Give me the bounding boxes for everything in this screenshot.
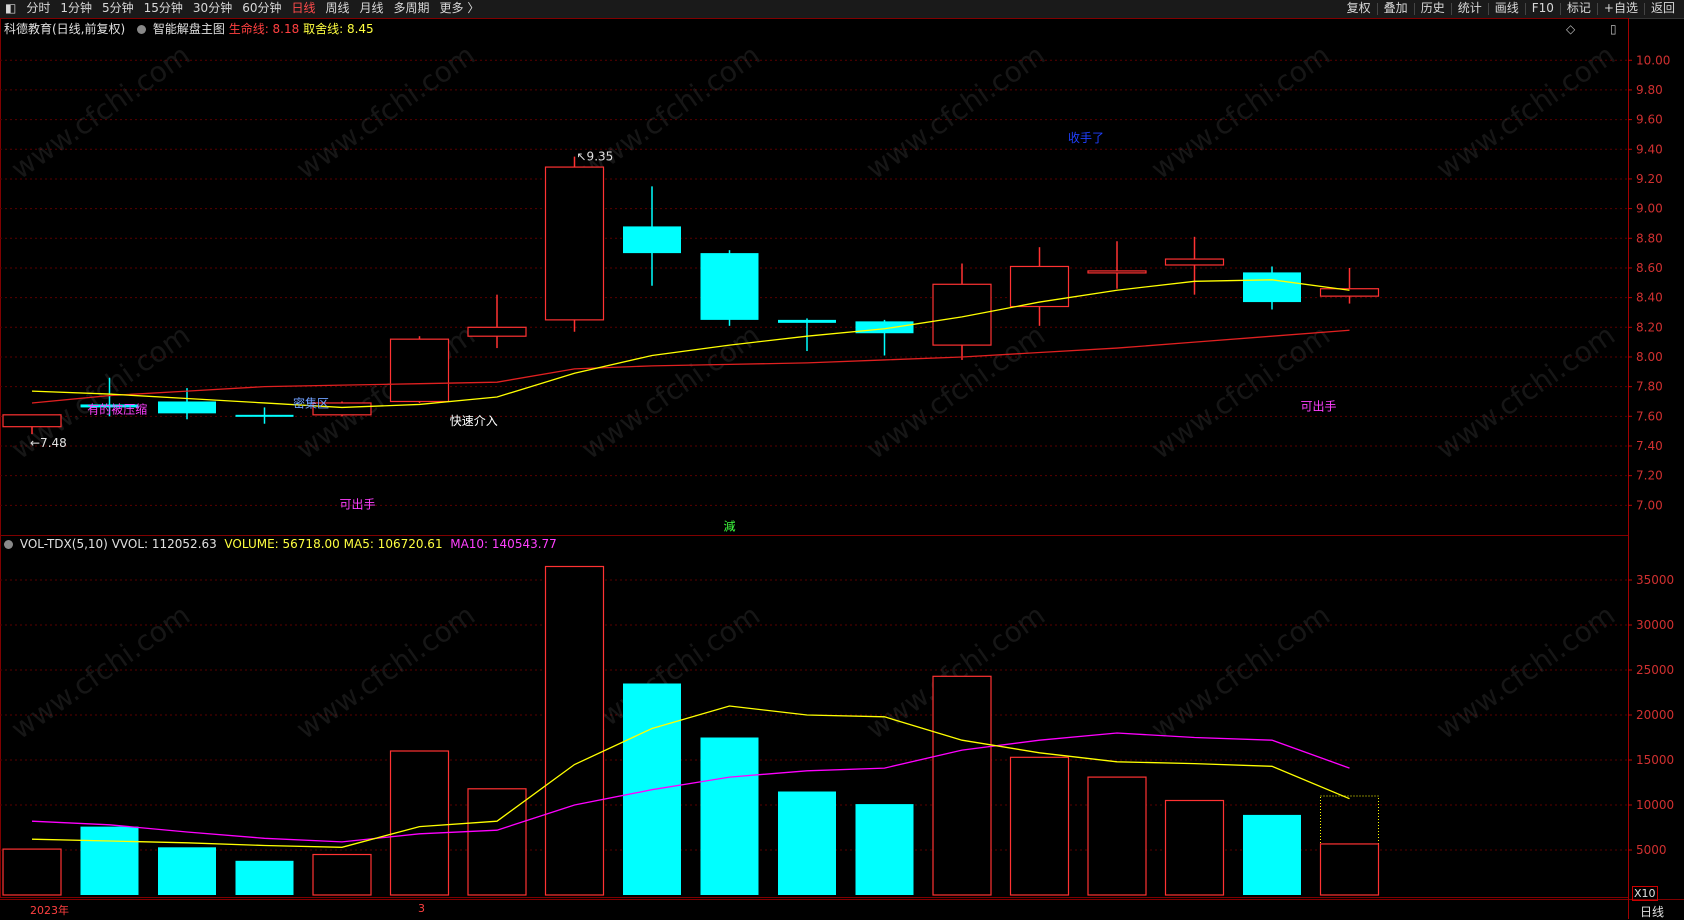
price-tick-label: 9.60 [1636,113,1663,127]
volume-bar [312,853,372,896]
volume-bar [389,750,450,896]
volume-bar [778,791,836,895]
diamond-icon: ◇ [1566,22,1576,36]
volume-bar [80,826,139,895]
signal-annotation: 減 [723,519,735,534]
candle-body [1009,265,1070,308]
volume-bar [467,788,527,896]
price-tick-label: 9.20 [1636,172,1663,186]
candle-body [700,253,759,320]
period-indicator: 日线 [1640,905,1665,919]
volume-bar [544,565,605,896]
price-tick-label: 7.60 [1636,409,1663,423]
price-tick-label: 10.00 [1636,53,1670,67]
signal-annotation: 密集区 [293,395,329,410]
stock-chart[interactable]: 10.00 9.80 9.60 9.40 9.20 9.00 8.80 8.60 8.40 8.2… [0,0,1684,919]
watermark-text: www.cfchi.com [290,318,481,465]
price-tick-label: 7.40 [1636,439,1663,453]
candle-body [855,321,914,334]
volume-tick-label: 5000 [1636,843,1667,857]
candle-body [623,226,681,254]
volume-bar [1319,843,1380,896]
watermark: www.cfchi.com www.cfchi.com www.cfchi.com w… [5,38,1621,745]
date-label-start: 2023年 [30,904,69,917]
signal-annotation: 收手了 [1068,131,1104,145]
price-tick-label: 9.00 [1636,202,1663,216]
price-tick-label: 8.60 [1636,261,1663,275]
candle-body [1164,258,1225,266]
volume-ma10-line [31,732,1350,843]
volume-tick-label: 25000 [1636,663,1674,677]
volume-tick-label: 30000 [1636,618,1674,632]
volume-bar [700,737,759,895]
watermark-text: www.cfchi.com [1145,598,1336,745]
price-tick-label: 9.40 [1636,142,1663,156]
candle-body [778,319,836,323]
price-tick-label: 8.40 [1636,291,1663,305]
candle-body [544,166,605,321]
watermark-text: www.cfchi.com [290,598,481,745]
watermark-text: www.cfchi.com [575,318,766,465]
price-tick-label: 7.80 [1636,380,1663,394]
volume-bar [1164,799,1225,896]
price-tick-label: 8.80 [1636,231,1663,245]
zoom-indicator[interactable]: X10 [1632,886,1658,901]
signal-annotation: 有的被压缩 [87,401,147,416]
price-tick-label: 7.00 [1636,498,1663,512]
volume-bar [235,860,294,895]
candle-body [1243,272,1301,303]
candle-body [932,283,992,346]
volume-bar [2,848,62,896]
volume-bar [1009,756,1070,896]
watermark-text: www.cfchi.com [1430,318,1621,465]
price-tick-label: 8.00 [1636,350,1663,364]
volume-bar [1087,776,1147,896]
price-extreme-label: ←7.48 [30,436,67,450]
signal-annotation: 快速介入 [450,414,498,428]
restore-icon: ▯ [1610,22,1617,36]
candle-body [467,326,527,337]
volume-bar [932,675,992,896]
watermark-text: www.cfchi.com [5,598,196,745]
candle-body [235,414,294,417]
candle-body [389,338,450,403]
volume-tick-label: 35000 [1636,573,1674,587]
signal-annotation: 可出手 [339,497,375,511]
price-tick-label: 8.20 [1636,320,1663,334]
date-label-month: 3 [418,902,425,915]
watermark-text: www.cfchi.com [1145,318,1336,465]
volume-bar [855,804,914,895]
candle-body [158,401,216,414]
volume-tick-label: 10000 [1636,798,1674,812]
price-extreme-label: ↖9.35 [577,150,614,164]
price-tick-label: 9.80 [1636,83,1663,97]
signal-annotation: 可出手 [1300,399,1336,413]
volume-bar [1243,814,1301,895]
main-frame [0,18,1629,536]
candle-body [2,414,62,428]
volume-bar [158,847,216,895]
volume-tick-label: 20000 [1636,708,1674,722]
volume-tick-label: 15000 [1636,753,1674,767]
watermark-text: www.cfchi.com [1430,598,1621,745]
price-tick-label: 7.20 [1636,469,1663,483]
candle-body [1087,270,1147,274]
